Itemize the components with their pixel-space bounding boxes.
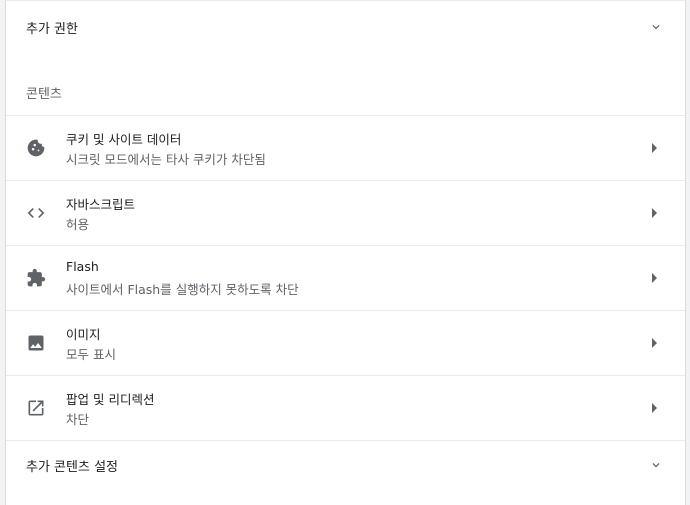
page-background: 추가 권한 콘텐츠 쿠키 및 사이트 데이터 시크릿 모드에서는 타사 쿠키가 … [0, 0, 690, 505]
arrow-right-icon [652, 338, 657, 348]
additional-permissions-label: 추가 권한 [26, 21, 78, 37]
flash-subtitle: 사이트에서 Flash를 실행하지 못하도록 차단 [66, 282, 299, 297]
content-item-cookies[interactable]: 쿠키 및 사이트 데이터 시크릿 모드에서는 타사 쿠키가 차단됨 [6, 116, 685, 181]
content-section-title: 콘텐츠 [26, 87, 62, 102]
popups-subtitle: 차단 [66, 412, 90, 427]
arrow-right-icon [652, 143, 657, 153]
images-title: 이미지 [66, 327, 101, 342]
content-item-javascript[interactable]: 자바스크립트 허용 [6, 181, 685, 246]
code-icon [27, 208, 45, 218]
content-item-images[interactable]: 이미지 모두 표시 [6, 311, 685, 376]
arrow-right-icon [652, 403, 657, 413]
chevron-down-icon [652, 463, 660, 468]
arrow-right-icon [652, 208, 657, 218]
cookie-icon [27, 139, 45, 157]
content-settings-card: 추가 권한 콘텐츠 쿠키 및 사이트 데이터 시크릿 모드에서는 타사 쿠키가 … [5, 0, 686, 505]
chevron-down-icon [652, 25, 660, 30]
additional-content-settings-label: 추가 콘텐츠 설정 [26, 459, 118, 475]
content-item-flash[interactable]: Flash 사이트에서 Flash를 실행하지 못하도록 차단 [6, 246, 685, 311]
cookies-title: 쿠키 및 사이트 데이터 [66, 132, 182, 147]
images-subtitle: 모두 표시 [66, 347, 116, 362]
flash-title: Flash [66, 259, 99, 274]
popups-title: 팝업 및 리디렉션 [66, 392, 155, 407]
cookies-subtitle: 시크릿 모드에서는 타사 쿠키가 차단됨 [66, 152, 266, 167]
content-item-popups[interactable]: 팝업 및 리디렉션 차단 [6, 376, 685, 441]
javascript-subtitle: 허용 [66, 217, 90, 232]
puzzle-icon [27, 268, 46, 287]
javascript-title: 자바스크립트 [66, 197, 136, 212]
open-in-new-icon [28, 400, 44, 416]
additional-permissions-row[interactable]: 추가 권한 [6, 1, 685, 53]
additional-content-settings-row[interactable]: 추가 콘텐츠 설정 [6, 439, 685, 491]
image-icon [28, 335, 44, 351]
arrow-right-icon [652, 273, 657, 283]
